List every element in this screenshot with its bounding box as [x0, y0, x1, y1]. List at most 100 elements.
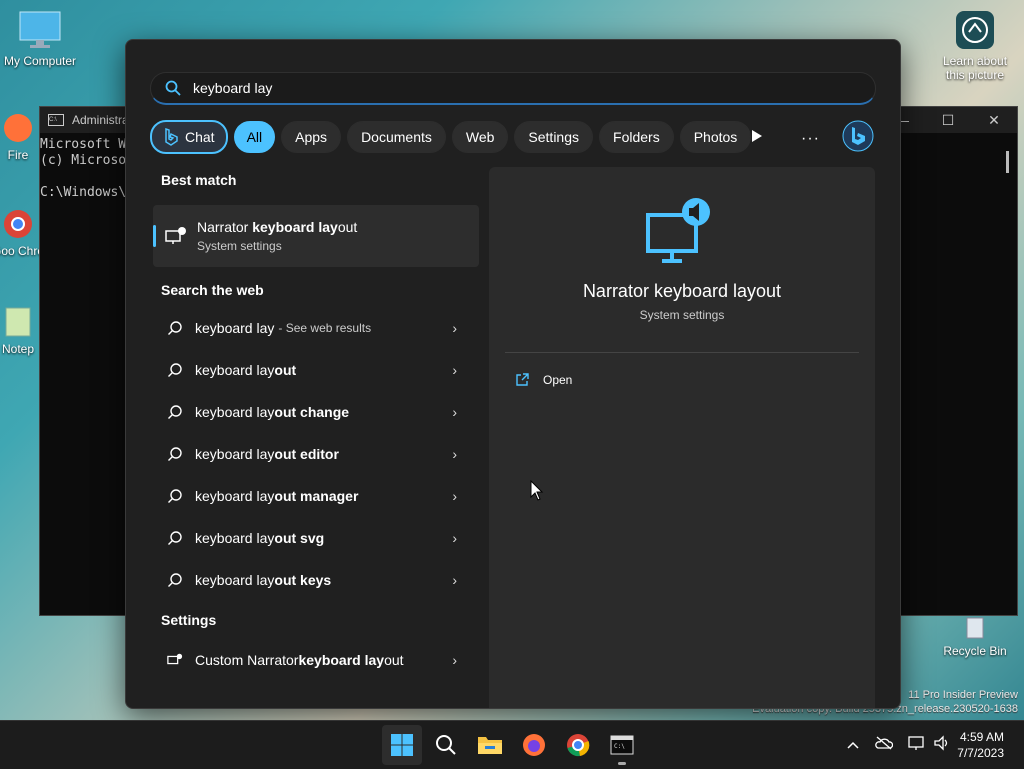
volume-icon[interactable] — [933, 734, 951, 756]
chrome-icon — [567, 734, 590, 757]
filter-settings[interactable]: Settings — [514, 121, 594, 153]
taskbar-terminal[interactable]: C:\ — [602, 725, 642, 765]
desktop-icon-label: Fire — [7, 148, 29, 162]
narrator-large-icon — [646, 198, 710, 263]
web-result[interactable]: keyboard lay out svg › — [153, 517, 479, 559]
filter-label: Folders — [613, 129, 660, 145]
filter-apps[interactable]: Apps — [281, 121, 342, 153]
taskbar: C:\ 4:59 AM 7/7/2023 — [0, 720, 1024, 769]
play-icon[interactable] — [751, 129, 763, 148]
cmd-title: Administra — [72, 113, 129, 127]
taskbar-chrome[interactable] — [558, 725, 598, 765]
filter-documents[interactable]: Documents — [347, 121, 446, 153]
clock[interactable]: 4:59 AM 7/7/2023 — [957, 729, 1004, 761]
detail-pane: Narrator keyboard layout System settings… — [489, 167, 875, 708]
best-match-title: Narrator keyboard layout — [197, 219, 357, 235]
result-text: keyboard lay — [195, 488, 275, 504]
close-icon[interactable]: ✕ — [971, 112, 1017, 129]
search-icon — [168, 573, 182, 587]
best-match-subtitle: System settings — [197, 239, 282, 253]
search-icon — [436, 735, 456, 755]
search-icon — [168, 321, 182, 335]
result-text-bold: out keys — [274, 572, 332, 588]
filter-all[interactable]: All — [233, 121, 276, 153]
start-search-panel: Chat All Apps Documents Web Settings Fol… — [125, 39, 901, 709]
result-text: keyboard lay — [195, 320, 275, 336]
filter-label: Apps — [295, 129, 328, 145]
search-icon — [168, 405, 182, 419]
filter-web[interactable]: Web — [451, 121, 509, 153]
best-match-heading: Best match — [161, 172, 237, 188]
result-text: keyboard lay — [195, 404, 275, 420]
chevron-right-icon: › — [452, 530, 457, 546]
filter-photos[interactable]: Photos — [679, 121, 752, 153]
filter-chat[interactable]: Chat — [150, 120, 228, 154]
bing-chat-icon[interactable] — [842, 120, 874, 157]
windows-logo-icon — [391, 734, 413, 756]
web-result[interactable]: keyboard lay out change › — [153, 391, 479, 433]
title-part: Narrator — [197, 219, 253, 235]
taskbar-firefox[interactable] — [514, 725, 554, 765]
terminal-icon: C:\ — [610, 735, 634, 755]
desktop-icon-recycle-bin[interactable]: Recycle Bin — [935, 612, 1015, 658]
desktop-icon-label: Recycle Bin — [943, 644, 1007, 658]
title-part: keyboard lay — [252, 219, 338, 235]
narrator-settings-icon — [165, 227, 186, 244]
chevron-right-icon: › — [452, 446, 457, 462]
notepad-icon — [5, 307, 31, 337]
chevron-right-icon: › — [452, 488, 457, 504]
web-result[interactable]: keyboard lay out › — [153, 349, 479, 391]
firefox-icon — [4, 114, 32, 142]
filter-folders[interactable]: Folders — [599, 121, 674, 153]
detail-title: Narrator keyboard layout — [582, 281, 782, 301]
desktop-icon-my-computer[interactable]: My Computer — [0, 10, 80, 68]
filter-label: Chat — [185, 129, 215, 145]
running-indicator — [618, 762, 626, 765]
desktop-icon-label: My Computer — [3, 54, 77, 68]
search-input[interactable] — [191, 79, 795, 97]
web-result[interactable]: keyboard lay out keys › — [153, 559, 479, 601]
cmd-scrollbar[interactable] — [1006, 151, 1009, 173]
detail-subtitle: System settings — [639, 308, 725, 322]
settings-heading: Settings — [161, 612, 217, 628]
search-icon — [168, 531, 182, 545]
camera-location-icon — [956, 11, 994, 49]
search-box[interactable] — [150, 72, 876, 105]
chevron-up-icon[interactable] — [847, 736, 859, 754]
search-icon — [168, 489, 182, 503]
filter-label: Photos — [693, 129, 738, 145]
open-label: Open — [543, 373, 573, 387]
open-action[interactable]: Open — [515, 373, 572, 387]
divider — [505, 352, 859, 353]
web-result[interactable]: keyboard lay out manager › — [153, 475, 479, 517]
result-text-bold: out — [274, 362, 297, 378]
clock-time: 4:59 AM — [959, 730, 1004, 744]
result-text: keyboard lay — [195, 362, 275, 378]
start-button[interactable] — [382, 725, 422, 765]
onedrive-offline-icon[interactable] — [875, 736, 894, 755]
maximize-icon[interactable]: ☐ — [925, 112, 971, 129]
network-icon[interactable] — [907, 735, 925, 756]
results-list: Best match Narrator keyboard layout Syst… — [153, 167, 479, 681]
chevron-right-icon: › — [452, 404, 457, 420]
learn-about-picture[interactable]: Learn about this picture — [935, 10, 1015, 82]
cmd-icon: C:\ — [48, 114, 64, 126]
filter-label: Documents — [361, 129, 432, 145]
learn-about-label: Learn about this picture — [942, 54, 1008, 82]
filter-label: All — [246, 129, 263, 145]
desktop-icon-label: Goo Chro — [0, 244, 45, 258]
settings-result[interactable]: Custom Narrator keyboard lay out › — [153, 639, 479, 681]
best-match-item[interactable]: Narrator keyboard layout System settings — [153, 205, 479, 267]
filter-overflow: ··· — [751, 120, 874, 157]
result-text: keyboard lay — [195, 530, 275, 546]
taskbar-search-button[interactable] — [426, 725, 466, 765]
monitor-icon — [19, 11, 61, 48]
more-options-icon[interactable]: ··· — [801, 130, 820, 148]
search-icon — [168, 447, 182, 461]
web-result[interactable]: keyboard lay - See web results › — [153, 307, 479, 349]
open-external-icon — [516, 373, 529, 386]
chevron-right-icon: › — [452, 320, 457, 336]
result-text-bold: out editor — [274, 446, 339, 462]
web-result[interactable]: keyboard lay out editor › — [153, 433, 479, 475]
taskbar-file-explorer[interactable] — [470, 725, 510, 765]
